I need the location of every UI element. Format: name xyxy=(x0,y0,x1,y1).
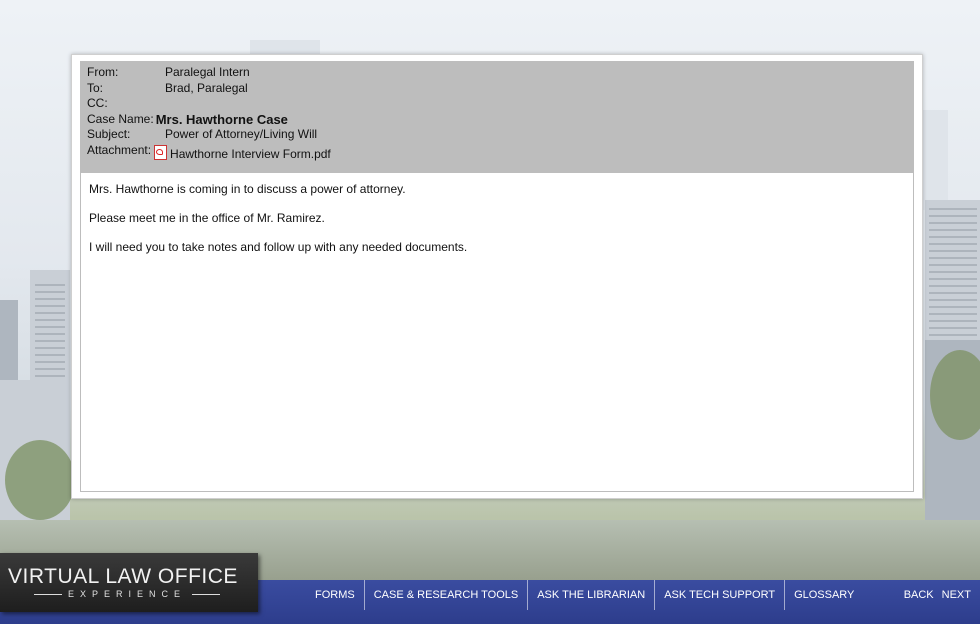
pdf-icon xyxy=(154,144,168,160)
cc-row: CC: xyxy=(87,96,913,112)
logo-subtitle: EXPERIENCE xyxy=(67,589,187,599)
attachment-link[interactable]: Hawthorne Interview Form.pdf xyxy=(154,143,331,161)
attachment-filename: Hawthorne Interview Form.pdf xyxy=(170,146,331,161)
body-paragraph: I will need you to take notes and follow… xyxy=(89,240,468,254)
subject-label: Subject: xyxy=(87,127,131,141)
to-label: To: xyxy=(87,80,104,95)
email-window: From: Paralegal Intern To: Brad, Paraleg… xyxy=(71,54,923,499)
case-row: Case Name: Mrs. Hawthorne Case xyxy=(87,112,913,128)
email-panel: From: Paralegal Intern To: Brad, Paraleg… xyxy=(80,61,914,492)
body-paragraph: Mrs. Hawthorne is coming in to discuss a… xyxy=(89,182,406,196)
email-header: From: Paralegal Intern To: Brad, Paraleg… xyxy=(81,62,913,173)
back-button[interactable]: BACK xyxy=(900,580,938,610)
nav-ask-the-librarian[interactable]: ASK THE LIBRARIAN xyxy=(528,580,654,610)
virtual-law-office-logo: VIRTUAL LAW OFFICE EXPERIENCE xyxy=(0,553,258,612)
subject-value: Power of Attorney/Living Will xyxy=(165,127,318,141)
nav-forms[interactable]: FORMS xyxy=(306,580,364,610)
email-body: Mrs. Hawthorne is coming in to discuss a… xyxy=(81,173,913,255)
attachment-row: Attachment: Hawthorne Interview Form.pdf xyxy=(87,142,913,161)
cc-label: CC: xyxy=(87,96,108,110)
nav-glossary[interactable]: GLOSSARY xyxy=(785,580,863,610)
nav-ask-tech-support[interactable]: ASK TECH SUPPORT xyxy=(655,580,784,610)
from-row: From: Paralegal Intern xyxy=(87,65,913,81)
pager-nav: BACK NEXT xyxy=(900,580,975,610)
to-value: Brad, Paralegal xyxy=(165,80,248,95)
case-value: Mrs. Hawthorne Case xyxy=(155,111,288,127)
from-value: Paralegal Intern xyxy=(165,65,250,79)
next-button[interactable]: NEXT xyxy=(938,580,975,610)
attachment-label: Attachment: xyxy=(87,142,152,157)
nav-case-research-tools[interactable]: CASE & RESEARCH TOOLS xyxy=(365,580,527,610)
main-nav: FORMS CASE & RESEARCH TOOLS ASK THE LIBR… xyxy=(306,580,863,610)
to-row: To: Brad, Paralegal xyxy=(87,81,913,97)
logo-title: VIRTUAL LAW OFFICE xyxy=(8,565,238,588)
body-paragraph: Please meet me in the office of Mr. Rami… xyxy=(89,211,325,225)
case-label: Case Name: xyxy=(87,111,154,126)
subject-row: Subject: Power of Attorney/Living Will xyxy=(87,127,913,143)
logo-subtitle-row: EXPERIENCE xyxy=(12,589,242,599)
from-label: From: xyxy=(87,65,119,79)
